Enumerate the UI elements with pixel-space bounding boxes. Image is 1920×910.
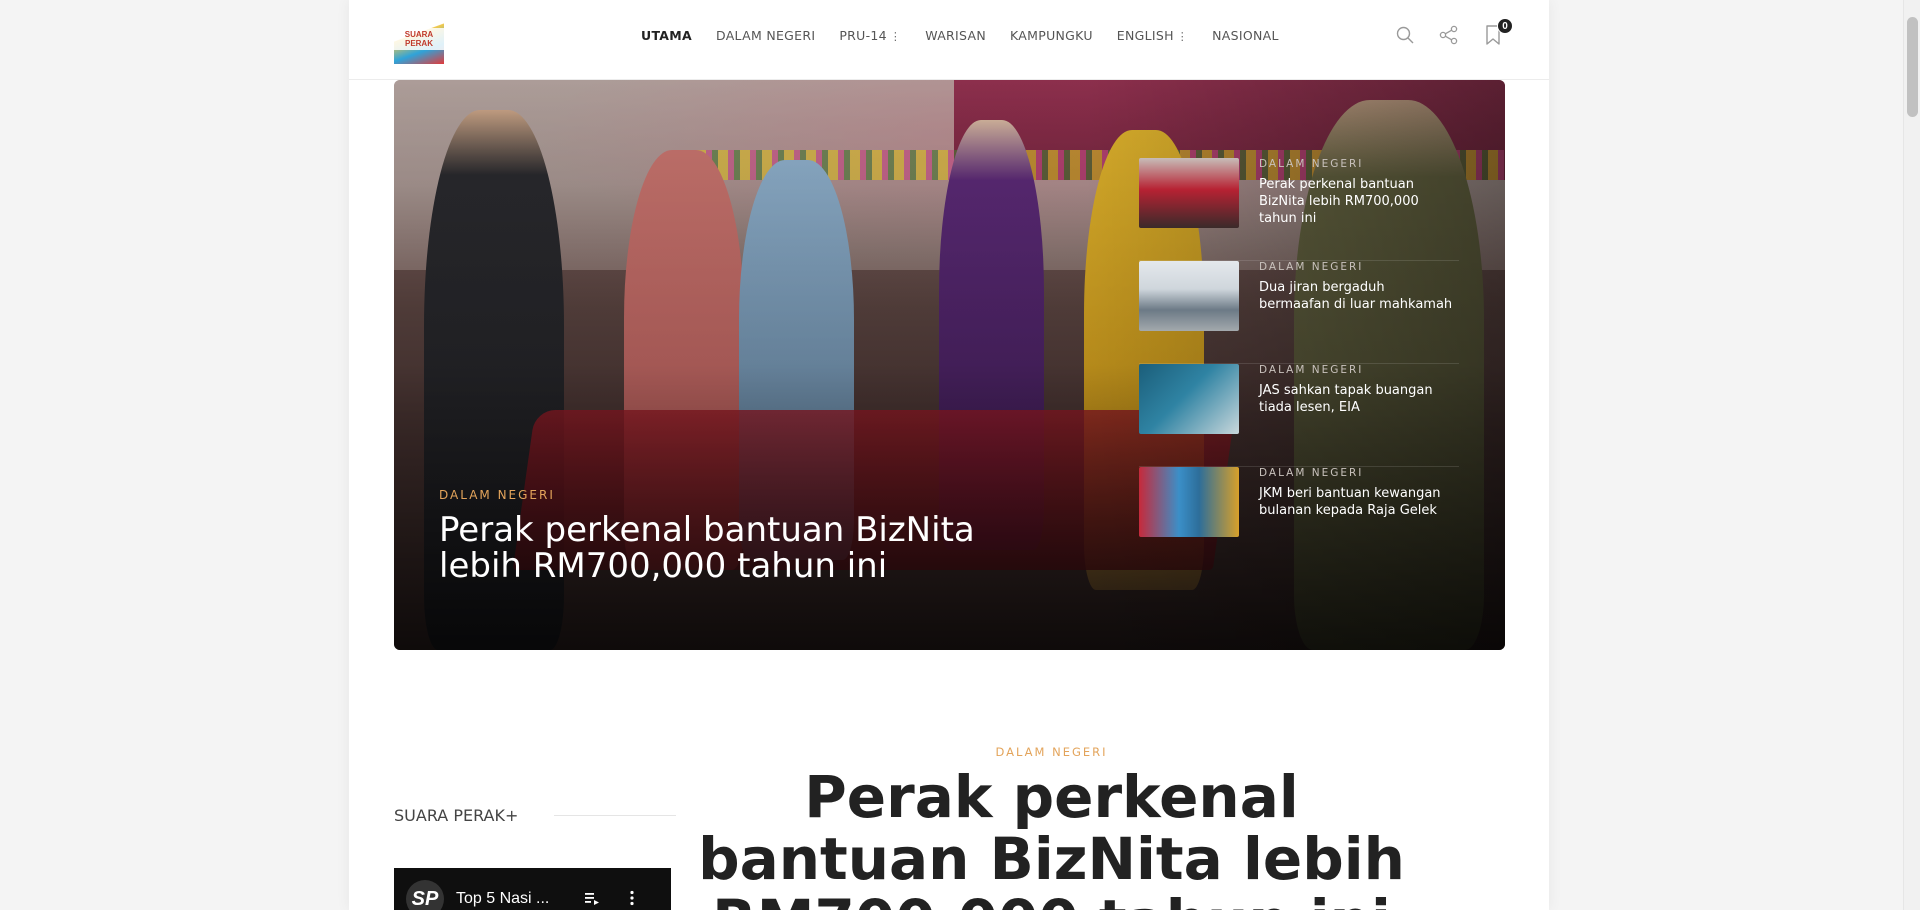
hero-category[interactable]: DALAM NEGERI [439,488,555,502]
side-story-title[interactable]: JAS sahkan tapak buangan tiada lesen, EI… [1259,382,1459,416]
bookmark-count-badge: 0 [1497,18,1513,34]
hero-side-list: DALAM NEGERI Perak perkenal bantuan BizN… [1139,158,1459,570]
page-container: SUARA PERAK UTAMA DALAM NEGERI PRU-14 ⋮ W… [349,0,1549,910]
nav-item-nasional[interactable]: NASIONAL [1212,28,1279,43]
side-story-thumbnail[interactable] [1139,364,1239,434]
share-icon[interactable] [1438,24,1460,46]
article-category[interactable]: DALAM NEGERI [699,745,1404,759]
side-story-thumbnail[interactable] [1139,158,1239,228]
nav-label: KAMPUNGKU [1010,28,1093,43]
sidebar-widget-title: SUARA PERAK+ [394,806,519,825]
nav-item-english[interactable]: ENGLISH ⋮ [1117,28,1188,43]
nav-item-utama[interactable]: UTAMA [641,28,692,43]
nav-item-pru-14[interactable]: PRU-14 ⋮ [839,28,901,43]
more-dots-icon: ⋮ [889,30,902,43]
side-story-title[interactable]: Dua jiran bergaduh bermaafan di luar mah… [1259,279,1459,313]
side-story-category[interactable]: DALAM NEGERI [1259,261,1363,273]
nav-item-warisan[interactable]: WARISAN [925,28,986,43]
more-dots-icon: ⋮ [1176,30,1189,43]
bookmark-icon[interactable]: 0 [1482,18,1513,46]
main-nav: UTAMA DALAM NEGERI PRU-14 ⋮ WARISAN KAMPU… [641,28,1303,43]
side-story-category[interactable]: DALAM NEGERI [1259,364,1363,376]
nav-item-kampungku[interactable]: KAMPUNGKU [1010,28,1093,43]
side-story-thumbnail[interactable] [1139,467,1239,537]
scrollbar-thumb[interactable] [1907,17,1918,117]
side-story-thumbnail[interactable] [1139,261,1239,331]
nav-label: ENGLISH [1116,28,1174,43]
header-actions: 0 [1394,18,1513,46]
video-embed[interactable]: SP Top 5 Nasi ... [394,868,671,910]
nav-label: DALAM NEGERI [716,28,816,43]
nav-item-dalam-negeri[interactable]: DALAM NEGERI [716,28,815,43]
side-story-category[interactable]: DALAM NEGERI [1259,467,1363,479]
side-story-title[interactable]: Perak perkenal bantuan BizNita lebih RM7… [1259,176,1459,227]
logo-text: SUARA PERAK [394,28,444,50]
channel-avatar[interactable]: SP [406,880,444,910]
nav-label: NASIONAL [1212,28,1279,43]
side-story-item[interactable]: DALAM NEGERI JAS sahkan tapak buangan ti… [1139,364,1459,467]
sidebar-title-divider [554,815,676,816]
side-story-category[interactable]: DALAM NEGERI [1259,158,1363,170]
site-header: SUARA PERAK UTAMA DALAM NEGERI PRU-14 ⋮ W… [349,0,1549,80]
search-icon[interactable] [1394,24,1416,46]
side-story-item[interactable]: DALAM NEGERI Perak perkenal bantuan BizN… [1139,158,1459,261]
side-story-item[interactable]: DALAM NEGERI JKM beri bantuan kewangan b… [1139,467,1459,570]
side-story-item[interactable]: DALAM NEGERI Dua jiran bergaduh bermaafa… [1139,261,1459,364]
article-title: Perak perkenal bantuan BizNita lebih RM7… [698,763,1405,910]
nav-label: UTAMA [641,28,692,43]
hero-featured[interactable]: DALAM NEGERI Perak perkenal bantuan BizN… [394,80,1505,650]
page-scrollbar[interactable] [1903,0,1920,910]
video-title[interactable]: Top 5 Nasi ... [456,890,549,908]
more-options-icon[interactable] [629,890,635,910]
playlist-icon[interactable] [584,890,600,910]
site-logo[interactable]: SUARA PERAK [394,14,444,64]
nav-label: PRU-14 [839,28,887,43]
side-story-title[interactable]: JKM beri bantuan kewangan bulanan kepada… [1259,485,1459,519]
nav-label: WARISAN [925,28,987,43]
hero-title[interactable]: Perak perkenal bantuan BizNita lebih RM7… [439,512,1059,584]
